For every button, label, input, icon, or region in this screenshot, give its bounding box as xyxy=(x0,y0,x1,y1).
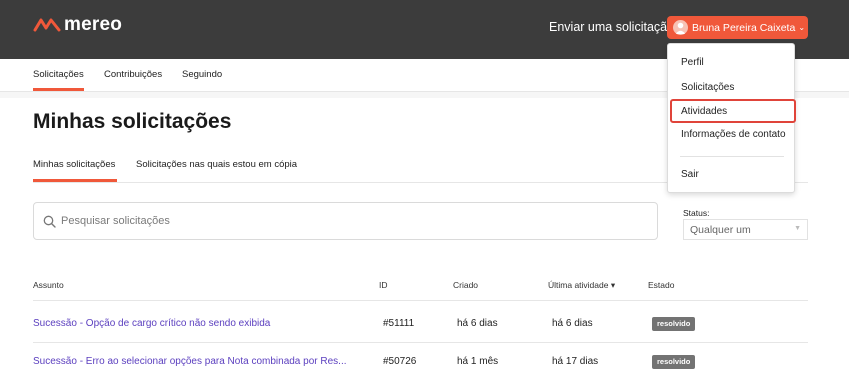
avatar xyxy=(673,20,688,35)
logo-text: mereo xyxy=(64,14,123,35)
user-icon xyxy=(675,22,686,34)
column-header-created: Criado xyxy=(453,280,479,290)
user-name: Bruna Pereira Caixeta xyxy=(692,21,796,34)
search-icon xyxy=(43,215,56,228)
column-header-state: Estado xyxy=(648,280,675,290)
row-divider xyxy=(33,342,808,343)
tab-cc-requests[interactable]: Solicitações nas quais estou em cópia xyxy=(136,159,297,170)
user-menu-button[interactable]: Bruna Pereira Caixeta ⌄ xyxy=(667,16,808,39)
dropdown-arrow-icon: ▼ xyxy=(794,225,801,232)
status-select[interactable]: Qualquer um ▼ xyxy=(683,219,808,240)
menu-separator xyxy=(680,156,784,157)
request-created: há 6 dias xyxy=(457,318,498,329)
status-badge: resolvido xyxy=(652,355,696,369)
menu-item-requests[interactable]: Solicitações xyxy=(681,82,734,93)
user-dropdown-menu: Perfil Solicitações Atividades Informaçõ… xyxy=(667,43,796,193)
header-divider xyxy=(33,300,808,301)
column-header-id: ID xyxy=(379,280,388,290)
subnav-item-following[interactable]: Seguindo xyxy=(182,69,222,80)
tab-my-requests[interactable]: Minhas solicitações xyxy=(33,159,115,170)
menu-item-contact-info[interactable]: Informações de contato xyxy=(681,129,786,140)
page-title: Minhas solicitações xyxy=(33,110,232,133)
column-header-subject: Assunto xyxy=(33,280,64,290)
chevron-down-icon: ⌄ xyxy=(798,23,806,32)
request-id: #50726 xyxy=(383,356,417,367)
request-created: há 1 mês xyxy=(457,356,499,367)
column-header-last-activity[interactable]: Última atividade ▾ xyxy=(548,280,615,291)
request-id: #51111 xyxy=(383,318,415,329)
status-badge: resolvido xyxy=(652,317,696,331)
submit-request-link[interactable]: Enviar uma solicitação xyxy=(549,20,674,34)
search-input[interactable]: Pesquisar solicitações xyxy=(33,202,658,240)
menu-item-profile[interactable]: Perfil xyxy=(681,57,704,68)
menu-item-activities[interactable]: Atividades xyxy=(681,106,727,117)
subnav-active-indicator xyxy=(33,88,84,91)
request-subject-link[interactable]: Sucessão - Opção de cargo crítico não se… xyxy=(33,318,270,329)
subnav-item-contributions[interactable]: Contribuições xyxy=(104,69,162,80)
menu-item-sign-out[interactable]: Sair xyxy=(681,169,699,180)
request-last-activity: há 17 dias xyxy=(552,356,599,367)
mereo-logo[interactable]: mereo xyxy=(33,14,122,36)
request-last-activity: há 6 dias xyxy=(552,318,593,329)
mereo-logo-icon xyxy=(33,18,61,32)
request-subject-link[interactable]: Sucessão - Erro ao selecionar opções par… xyxy=(33,356,347,367)
status-label: Status: xyxy=(683,208,710,218)
search-placeholder: Pesquisar solicitações xyxy=(61,215,170,227)
status-selected-value: Qualquer um xyxy=(690,224,751,236)
subnav-item-requests[interactable]: Solicitações xyxy=(33,69,84,80)
